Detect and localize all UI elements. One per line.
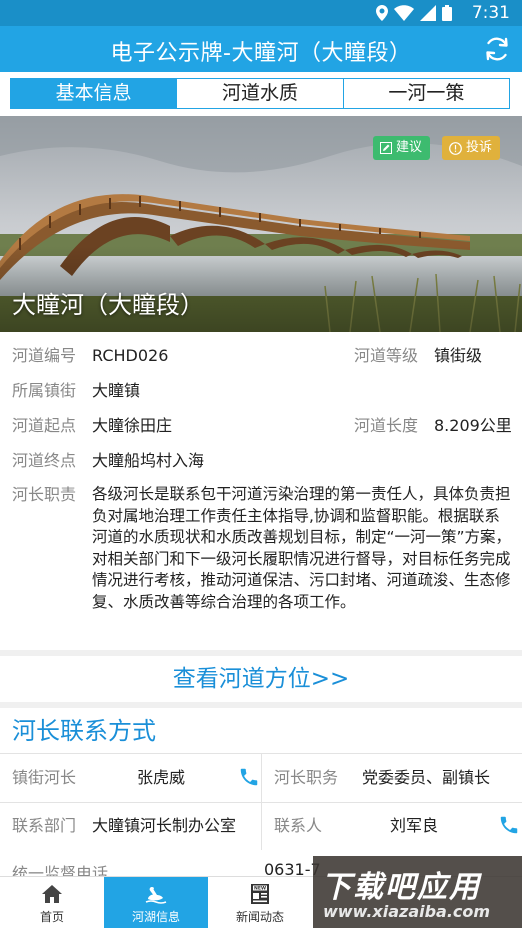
- river-level-label: 河道等级: [354, 346, 419, 365]
- river-name: 大瞳河（大瞳段）: [12, 291, 204, 319]
- contact-grid: 镇街河长 张虎威 河长职务 党委委员、副镇长 联系部门 大瞳镇河长制办公室 联系…: [0, 754, 522, 854]
- edit-icon: [380, 142, 392, 154]
- length-row: 河道长度 8.209公里: [354, 415, 512, 437]
- contact-person-label: 联系人: [274, 816, 323, 835]
- home-icon: [42, 885, 62, 903]
- app-bar: 电子公示牌-大瞳河（大瞳段）: [0, 26, 522, 72]
- tab-basic-info[interactable]: 基本信息: [11, 79, 177, 108]
- end-label: 河道终点: [12, 451, 77, 470]
- position-label: 河长职务: [274, 768, 339, 787]
- town-chief-value: 张虎威: [137, 768, 186, 787]
- nav-river-info-label: 河湖信息: [131, 910, 180, 924]
- nav-river-info[interactable]: 河湖信息: [104, 877, 208, 928]
- end-row: 河道终点 大瞳船坞村入海: [12, 450, 204, 472]
- suggest-button[interactable]: 建议: [373, 136, 431, 160]
- duty-label: 河长职责: [12, 485, 77, 504]
- river-swan-icon: [145, 887, 167, 904]
- svg-text:NEW: NEW: [254, 886, 266, 892]
- start-row: 河道起点 大瞳徐田庄: [12, 415, 172, 437]
- hotline-label: 统一监督电话: [12, 864, 109, 876]
- watermark-url: www.xiazaiba.com: [323, 902, 491, 921]
- signal-icon: [420, 5, 436, 21]
- river-code-value: RCHD026: [92, 346, 169, 365]
- nav-news-label: 新闻动态: [235, 910, 284, 924]
- town-row: 所属镇街 大瞳镇: [12, 380, 140, 402]
- town-value: 大瞳镇: [92, 381, 141, 400]
- dept-value: 大瞳镇河长制办公室: [92, 816, 237, 835]
- river-info-panel: 河道编号 RCHD026 河道等级 镇街级 所属镇街 大瞳镇 河道起点 大瞳徐田…: [0, 332, 522, 650]
- alert-icon: [449, 141, 462, 155]
- nav-home[interactable]: 首页: [0, 877, 104, 928]
- watermark-main: 下载吧应用: [321, 870, 481, 905]
- nav-news[interactable]: NEW 新闻动态: [208, 877, 312, 928]
- tab-water-quality[interactable]: 河道水质: [176, 79, 342, 108]
- watermark: 下载吧应用 www.xiazaiba.com: [313, 856, 522, 928]
- complain-button[interactable]: 投诉: [442, 136, 501, 160]
- position-value: 党委委员、副镇长: [362, 768, 491, 787]
- wifi-icon: [394, 5, 414, 21]
- river-level-value: 镇街级: [434, 346, 483, 365]
- town-chief-label: 镇街河长: [12, 768, 77, 787]
- contact-person-value: 刘军良: [390, 816, 439, 835]
- start-label: 河道起点: [12, 416, 77, 435]
- river-code-label: 河道编号: [12, 346, 77, 365]
- length-label: 河道长度: [354, 416, 419, 435]
- tab-bar-container: 基本信息 河道水质 一河一策: [0, 72, 522, 116]
- refresh-icon[interactable]: [482, 34, 512, 64]
- contact-section-title: 河长联系方式: [0, 708, 522, 754]
- suggest-label: 建议: [396, 140, 423, 155]
- phone-icon[interactable]: [238, 766, 260, 788]
- status-bar: 7:31: [0, 0, 522, 26]
- river-level-row: 河道等级 镇街级: [354, 345, 482, 367]
- location-icon: [376, 5, 388, 21]
- end-value: 大瞳船坞村入海: [92, 451, 205, 470]
- length-value: 8.209公里: [434, 416, 512, 435]
- page-title: 电子公示牌-大瞳河（大瞳段）: [110, 41, 412, 66]
- divider: [0, 802, 522, 803]
- river-photo: 建议 投诉 大瞳河（大瞳段）: [0, 116, 522, 332]
- town-label: 所属镇街: [12, 381, 77, 400]
- complain-label: 投诉: [466, 140, 493, 155]
- status-time: 7:31: [471, 3, 510, 23]
- dept-label: 联系部门: [12, 816, 77, 835]
- status-icons: [376, 5, 452, 21]
- start-value: 大瞳徐田庄: [92, 416, 173, 435]
- duty-value: 各级河长是联系包干河道污染治理的第一责任人，具体负责担负对属地治理工作责任主体指…: [92, 485, 512, 611]
- duty-row: 河长职责: [12, 484, 76, 506]
- tab-river-policy[interactable]: 一河一策: [342, 79, 509, 108]
- battery-icon: [442, 5, 452, 21]
- news-icon: NEW: [251, 884, 269, 904]
- view-location-link[interactable]: 查看河道方位>>: [0, 656, 522, 702]
- river-code-row: 河道编号 RCHD026: [12, 345, 168, 367]
- nav-home-label: 首页: [39, 910, 64, 924]
- tab-bar: 基本信息 河道水质 一河一策: [10, 78, 510, 109]
- phone-icon[interactable]: [498, 814, 520, 836]
